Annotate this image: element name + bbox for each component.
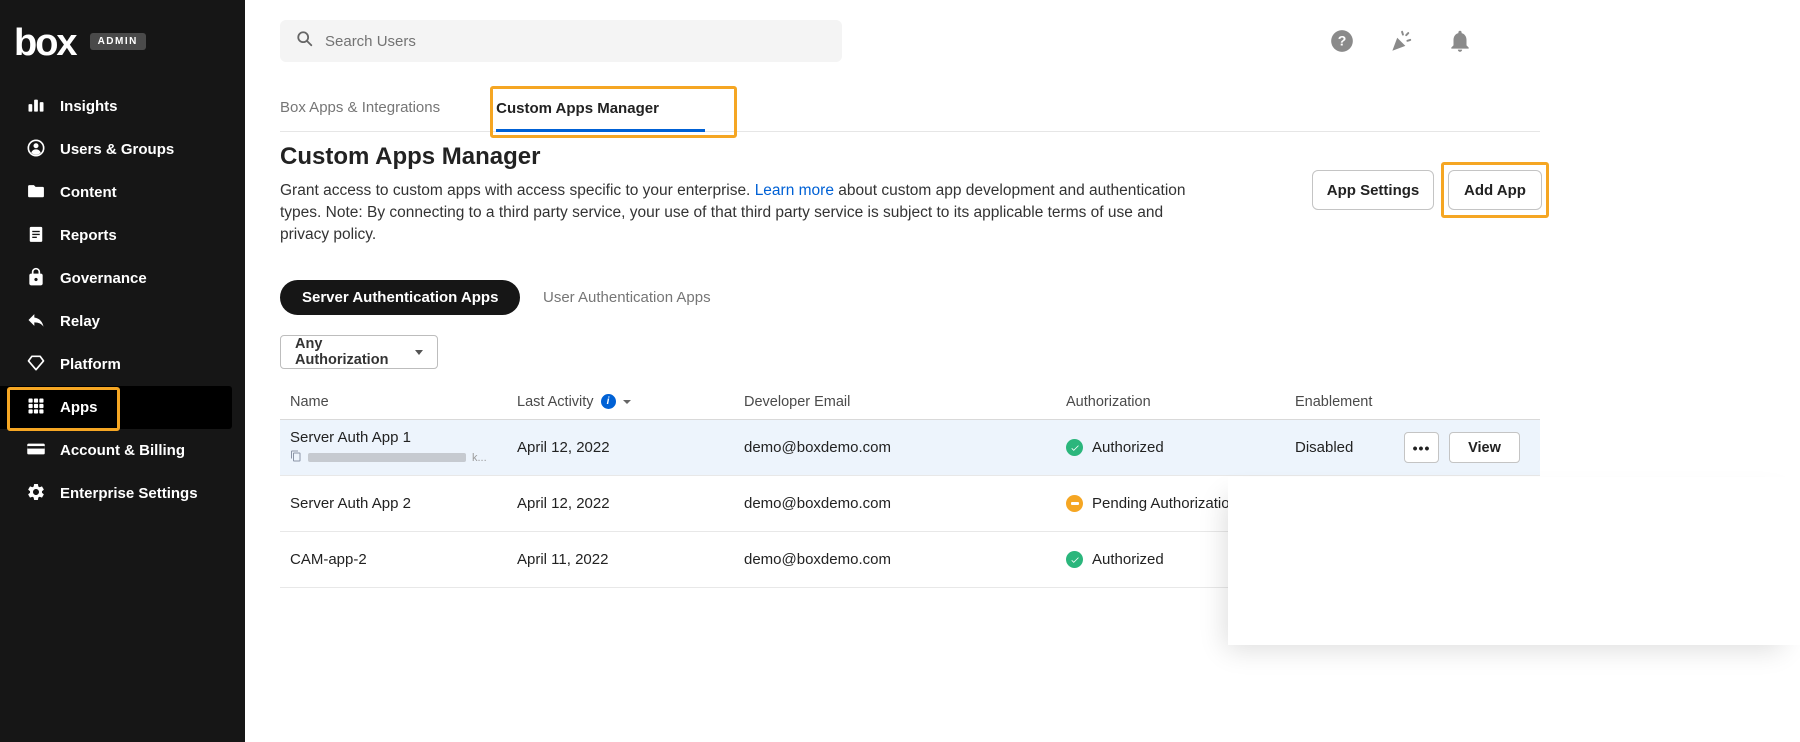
client-id-tail: k... [472,452,487,464]
row-actions: ••• View [1394,432,1541,463]
sidebar-item-label: Reports [60,227,117,244]
column-header-name: Name [280,394,507,410]
more-options-button[interactable]: ••• [1404,432,1439,463]
topbar-icons: ? [1328,27,1474,55]
developer-email-cell: demo@boxdemo.com [734,495,1056,512]
table-row-server-auth-app-1[interactable]: Server Auth App 1 k... April 12, 2022 de… [280,420,1540,476]
authorization-filter-dropdown[interactable]: Any Authorization [280,335,438,369]
admin-badge: ADMIN [90,33,146,50]
sidebar-item-relay[interactable]: Relay [0,300,245,343]
logo-row: box ADMIN [0,0,245,62]
search-icon [296,30,314,53]
overlay-panel [1228,477,1800,645]
page-title: Custom Apps Manager [280,143,540,171]
tab-user-authentication-apps[interactable]: User Authentication Apps [533,280,721,315]
column-header-enablement: Enablement [1285,394,1394,410]
app-settings-button[interactable]: App Settings [1312,170,1434,210]
sidebar-item-label: Users & Groups [60,141,174,158]
apps-grid-icon [26,396,46,420]
authorization-status: Authorized [1066,439,1285,456]
sidebar-item-content[interactable]: Content [0,171,245,214]
chevron-down-icon [415,350,423,355]
notifications-bell-icon[interactable] [1446,27,1474,55]
folder-icon [26,181,46,205]
sidebar-item-label: Platform [60,356,121,373]
sidebar-item-label: Apps [60,399,98,416]
app-name: Server Auth App 2 [280,495,507,512]
search-input[interactable] [325,33,826,50]
app-name: Server Auth App 1 [290,429,507,446]
report-icon [26,224,46,248]
description-text: Grant access to custom apps with access … [280,182,755,199]
svg-text:?: ? [1338,33,1347,49]
users-icon [26,138,46,162]
tab-server-authentication-apps[interactable]: Server Authentication Apps [280,280,520,315]
authorization-label: Authorized [1092,439,1164,456]
billing-card-icon [26,439,46,463]
authorized-check-icon [1066,551,1083,568]
client-id-redacted [308,453,466,462]
sidebar-item-label: Governance [60,270,147,287]
sidebar-item-label: Enterprise Settings [60,485,198,502]
sidebar-item-insights[interactable]: Insights [0,85,245,128]
box-admin-console: box ADMIN Insights Users & Groups Conten… [0,0,1800,742]
tab-box-apps-integrations[interactable]: Box Apps & Integrations [280,99,440,131]
sidebar-nav: Insights Users & Groups Content Reports … [0,85,245,515]
last-activity-cell: April 12, 2022 [507,495,734,512]
authorization-label: Pending Authorization [1092,495,1238,512]
table-header-row: Name Last Activity i Developer Email Aut… [280,384,1540,420]
gear-icon [26,482,46,506]
sidebar-item-platform[interactable]: Platform [0,343,245,386]
sidebar-item-apps[interactable]: Apps [0,386,232,429]
last-activity-cell: April 11, 2022 [507,551,734,568]
copy-icon[interactable] [290,449,302,466]
sort-chevron-down-icon [623,400,631,404]
announcements-icon[interactable] [1387,27,1415,55]
sidebar-item-label: Insights [60,98,118,115]
sidebar-item-label: Relay [60,313,100,330]
sidebar-item-label: Account & Billing [60,442,185,459]
sidebar: box ADMIN Insights Users & Groups Conten… [0,0,245,742]
enablement-cell: Disabled [1285,439,1394,456]
platform-gem-icon [26,353,46,377]
box-logo: box [14,24,76,62]
authorized-check-icon [1066,439,1083,456]
last-activity-cell: April 12, 2022 [507,439,734,456]
sidebar-item-label: Content [60,184,117,201]
tab-custom-apps-manager[interactable]: Custom Apps Manager [496,100,705,132]
lock-icon [26,267,46,291]
client-id: k... [290,449,507,466]
column-header-authorization: Authorization [1056,394,1285,410]
authorization-label: Authorized [1092,551,1164,568]
sidebar-item-governance[interactable]: Governance [0,257,245,300]
column-header-last-activity[interactable]: Last Activity i [517,394,734,410]
info-icon[interactable]: i [601,394,616,409]
page-description: Grant access to custom apps with access … [280,180,1195,246]
column-header-label: Last Activity [517,394,594,410]
help-icon[interactable]: ? [1328,27,1356,55]
app-name: CAM-app-2 [280,551,507,568]
sidebar-item-enterprise-settings[interactable]: Enterprise Settings [0,472,245,515]
tab-bar: Box Apps & Integrations Custom Apps Mana… [280,88,1540,132]
pending-authorization-icon [1066,495,1083,512]
view-button[interactable]: View [1449,432,1520,463]
relay-arrow-icon [26,310,46,334]
insights-icon [26,95,46,119]
column-header-developer-email: Developer Email [734,394,1056,410]
developer-email-cell: demo@boxdemo.com [734,439,1056,456]
search-bar [280,20,842,62]
sidebar-item-users-groups[interactable]: Users & Groups [0,128,245,171]
developer-email-cell: demo@boxdemo.com [734,551,1056,568]
sidebar-item-reports[interactable]: Reports [0,214,245,257]
authorization-filter-value: Any Authorization [295,336,415,368]
add-app-button[interactable]: Add App [1448,170,1542,210]
learn-more-link[interactable]: Learn more [755,182,834,199]
sidebar-item-account-billing[interactable]: Account & Billing [0,429,245,472]
main-content: ? Box Apps & Integrations Custom Apps Ma… [245,0,1800,742]
